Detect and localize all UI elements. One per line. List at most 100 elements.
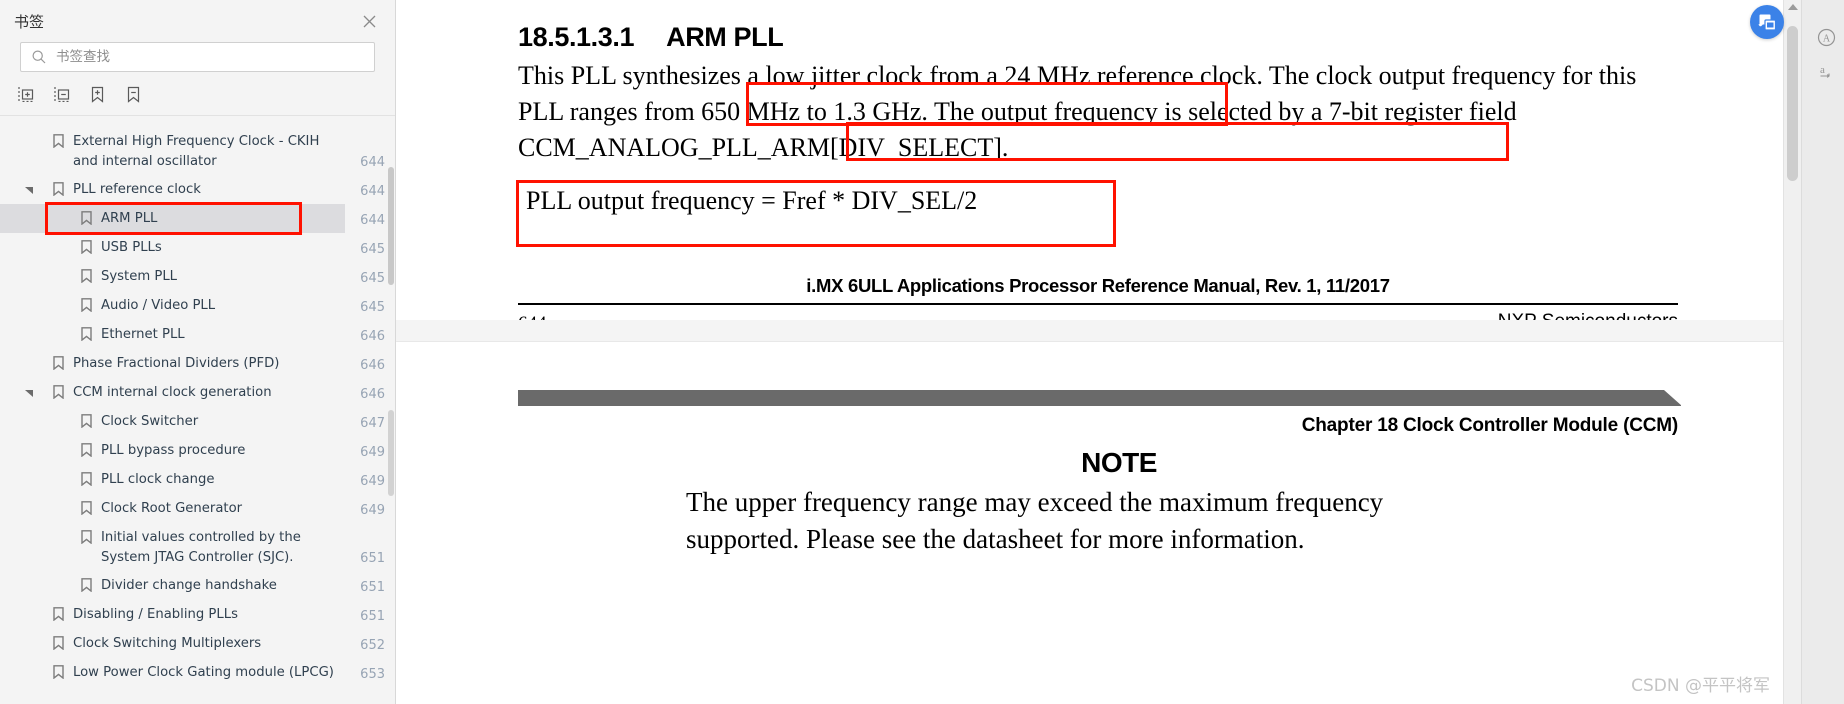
bookmark-row-inner: Audio / Video PLL (0, 291, 345, 320)
bookmark-item[interactable]: Clock Root Generator 649 (0, 494, 395, 523)
bookmark-icon (78, 468, 94, 486)
bookmark-row-inner: CCM internal clock generation (0, 378, 345, 407)
bookmark-icon (50, 178, 66, 196)
sidebar-scrollbar-thumb[interactable] (388, 167, 394, 285)
bookmark-icon (78, 497, 94, 515)
bookmark-page-number: 645 (360, 271, 385, 286)
bookmark-icon (78, 294, 94, 312)
bookmark-row-inner: ARM PLL (0, 204, 345, 233)
bookmark-item[interactable]: Disabling / Enabling PLLs 651 (0, 600, 395, 629)
bookmark-item[interactable]: Clock Switcher 647 (0, 407, 395, 436)
bookmark-row-inner: Ethernet PLL (0, 320, 345, 349)
section-heading: 18.5.1.3.1 ARM PLL (518, 22, 784, 53)
bookmark-row-inner: Initial values controlled by the System … (0, 523, 345, 571)
bookmark-label: Clock Switcher (101, 414, 199, 429)
bookmark-label: Audio / Video PLL (101, 298, 216, 313)
bookmark-page-number: 649 (360, 445, 385, 460)
bookmark-item[interactable]: ARM PLL 644 (0, 204, 395, 233)
bookmark-icon (78, 207, 94, 225)
text-reflow-icon[interactable]: a (1817, 62, 1836, 81)
bookmark-label: Divider change handshake (101, 578, 277, 593)
page-gap (396, 320, 1792, 342)
bookmark-label: Ethernet PLL (101, 327, 185, 342)
bookmark-toolbar (0, 72, 395, 116)
bookmark-item[interactable]: USB PLLs 645 (0, 233, 395, 262)
bookmark-icon (78, 574, 94, 592)
bookmark-item[interactable]: Audio / Video PLL 645 (0, 291, 395, 320)
pdf-page-2: Chapter 18 Clock Controller Module (CCM)… (396, 342, 1792, 704)
paragraph-text-2: The output frequency is selected by a 7-… (927, 97, 1517, 126)
bookmark-icon (50, 352, 66, 370)
bookmark-item[interactable]: Phase Fractional Dividers (PFD) 646 (0, 349, 395, 378)
section-title-text: ARM PLL (666, 22, 784, 52)
bookmark-row-inner: PLL bypass procedure (0, 436, 345, 465)
bookmark-label: PLL reference clock (73, 182, 201, 197)
bookmark-icon (50, 632, 66, 650)
bookmark-label: PLL clock change (101, 472, 215, 487)
bookmark-page-number: 649 (360, 503, 385, 518)
bookmark-item[interactable]: Divider change handshake 651 (0, 571, 395, 600)
bookmark-row-inner: PLL reference clock (0, 175, 345, 204)
accessibility-icon[interactable]: A (1817, 28, 1836, 47)
note-body-text: The upper frequency range may exceed the… (686, 487, 1384, 554)
search-input[interactable] (56, 49, 364, 65)
scroll-up-arrow-icon[interactable] (1788, 4, 1798, 10)
scrollbar-thumb[interactable] (1787, 26, 1798, 181)
bookmark-page-number: 644 (360, 155, 385, 170)
bookmark-page-number: 651 (360, 580, 385, 595)
bookmark-page-number: 647 (360, 416, 385, 431)
search-container (0, 42, 395, 72)
close-icon[interactable] (357, 9, 381, 33)
formula-text: PLL output frequency = Fref * DIV_SEL/2 (526, 186, 978, 215)
bookmark-label: Clock Root Generator (101, 501, 243, 516)
image-export-icon[interactable] (1750, 5, 1784, 39)
body-paragraph: This PLL synthesizes a low jitter clock … (518, 58, 1678, 166)
bookmark-icon (50, 381, 66, 399)
bookmark-label: Disabling / Enabling PLLs (73, 607, 238, 622)
remove-bookmark-icon[interactable] (122, 83, 144, 105)
bookmark-item[interactable]: PLL bypass procedure 649 (0, 436, 395, 465)
bookmark-page-number: 644 (360, 213, 385, 228)
bookmark-icon (78, 236, 94, 254)
bookmark-page-number: 653 (360, 667, 385, 682)
bookmark-item[interactable]: Clock Switching Multiplexers 652 (0, 629, 395, 658)
bookmark-item[interactable]: PLL clock change 649 (0, 465, 395, 494)
watermark: CSDN @平平将军 (1631, 676, 1770, 696)
bookmark-item[interactable]: CCM internal clock generation 646 (0, 378, 395, 407)
bookmark-page-number: 644 (360, 184, 385, 199)
pdf-reader-app: 书签 书签查找 External High Frequency Clock - … (0, 0, 1844, 704)
bookmark-page-number: 652 (360, 638, 385, 653)
bookmark-page-number: 646 (360, 329, 385, 344)
bookmark-label: Initial values controlled by the System … (101, 530, 301, 565)
chevron-down-icon[interactable] (22, 178, 36, 194)
bookmark-page-number: 649 (360, 474, 385, 489)
chapter-title: Chapter 18 Clock Controller Module (CCM) (1301, 415, 1678, 436)
bookmark-label: System PLL (101, 269, 178, 284)
add-bookmark-icon[interactable] (86, 83, 108, 105)
search-box[interactable] (20, 42, 375, 72)
sidebar-scrollbar-thumb-2[interactable] (388, 410, 394, 496)
bookmark-label: ARM PLL (101, 211, 158, 226)
chevron-down-icon[interactable] (22, 381, 36, 397)
bookmark-item[interactable]: Low Power Clock Gating module (LPCG) 653 (0, 658, 395, 682)
bookmark-row-inner: USB PLLs (0, 233, 345, 262)
bookmark-label: PLL bypass procedure (101, 443, 246, 458)
document-footer-title: i.MX 6ULL Applications Processor Referen… (806, 275, 1390, 296)
bookmark-row-inner: Disabling / Enabling PLLs (0, 600, 345, 629)
bookmark-item[interactable]: Initial values controlled by the System … (0, 523, 395, 571)
bookmark-item[interactable]: Ethernet PLL 646 (0, 320, 395, 349)
svg-text:A: A (1823, 34, 1831, 45)
bookmark-icon (78, 439, 94, 457)
collapse-all-icon[interactable] (50, 83, 72, 105)
svg-text:a: a (1820, 64, 1825, 76)
bookmark-item[interactable]: External High Frequency Clock - CKIH and… (0, 127, 395, 175)
bookmark-tree[interactable]: External High Frequency Clock - CKIH and… (0, 116, 395, 682)
bookmark-label: USB PLLs (101, 240, 162, 255)
bookmark-page-number: 645 (360, 300, 385, 315)
bookmark-item[interactable]: PLL reference clock 644 (0, 175, 395, 204)
bookmark-row-inner: Phase Fractional Dividers (PFD) (0, 349, 345, 378)
bookmark-item[interactable]: System PLL 645 (0, 262, 395, 291)
expand-all-icon[interactable] (14, 83, 36, 105)
bookmark-page-number: 646 (360, 358, 385, 373)
viewer-scrollbar[interactable] (1783, 0, 1801, 704)
